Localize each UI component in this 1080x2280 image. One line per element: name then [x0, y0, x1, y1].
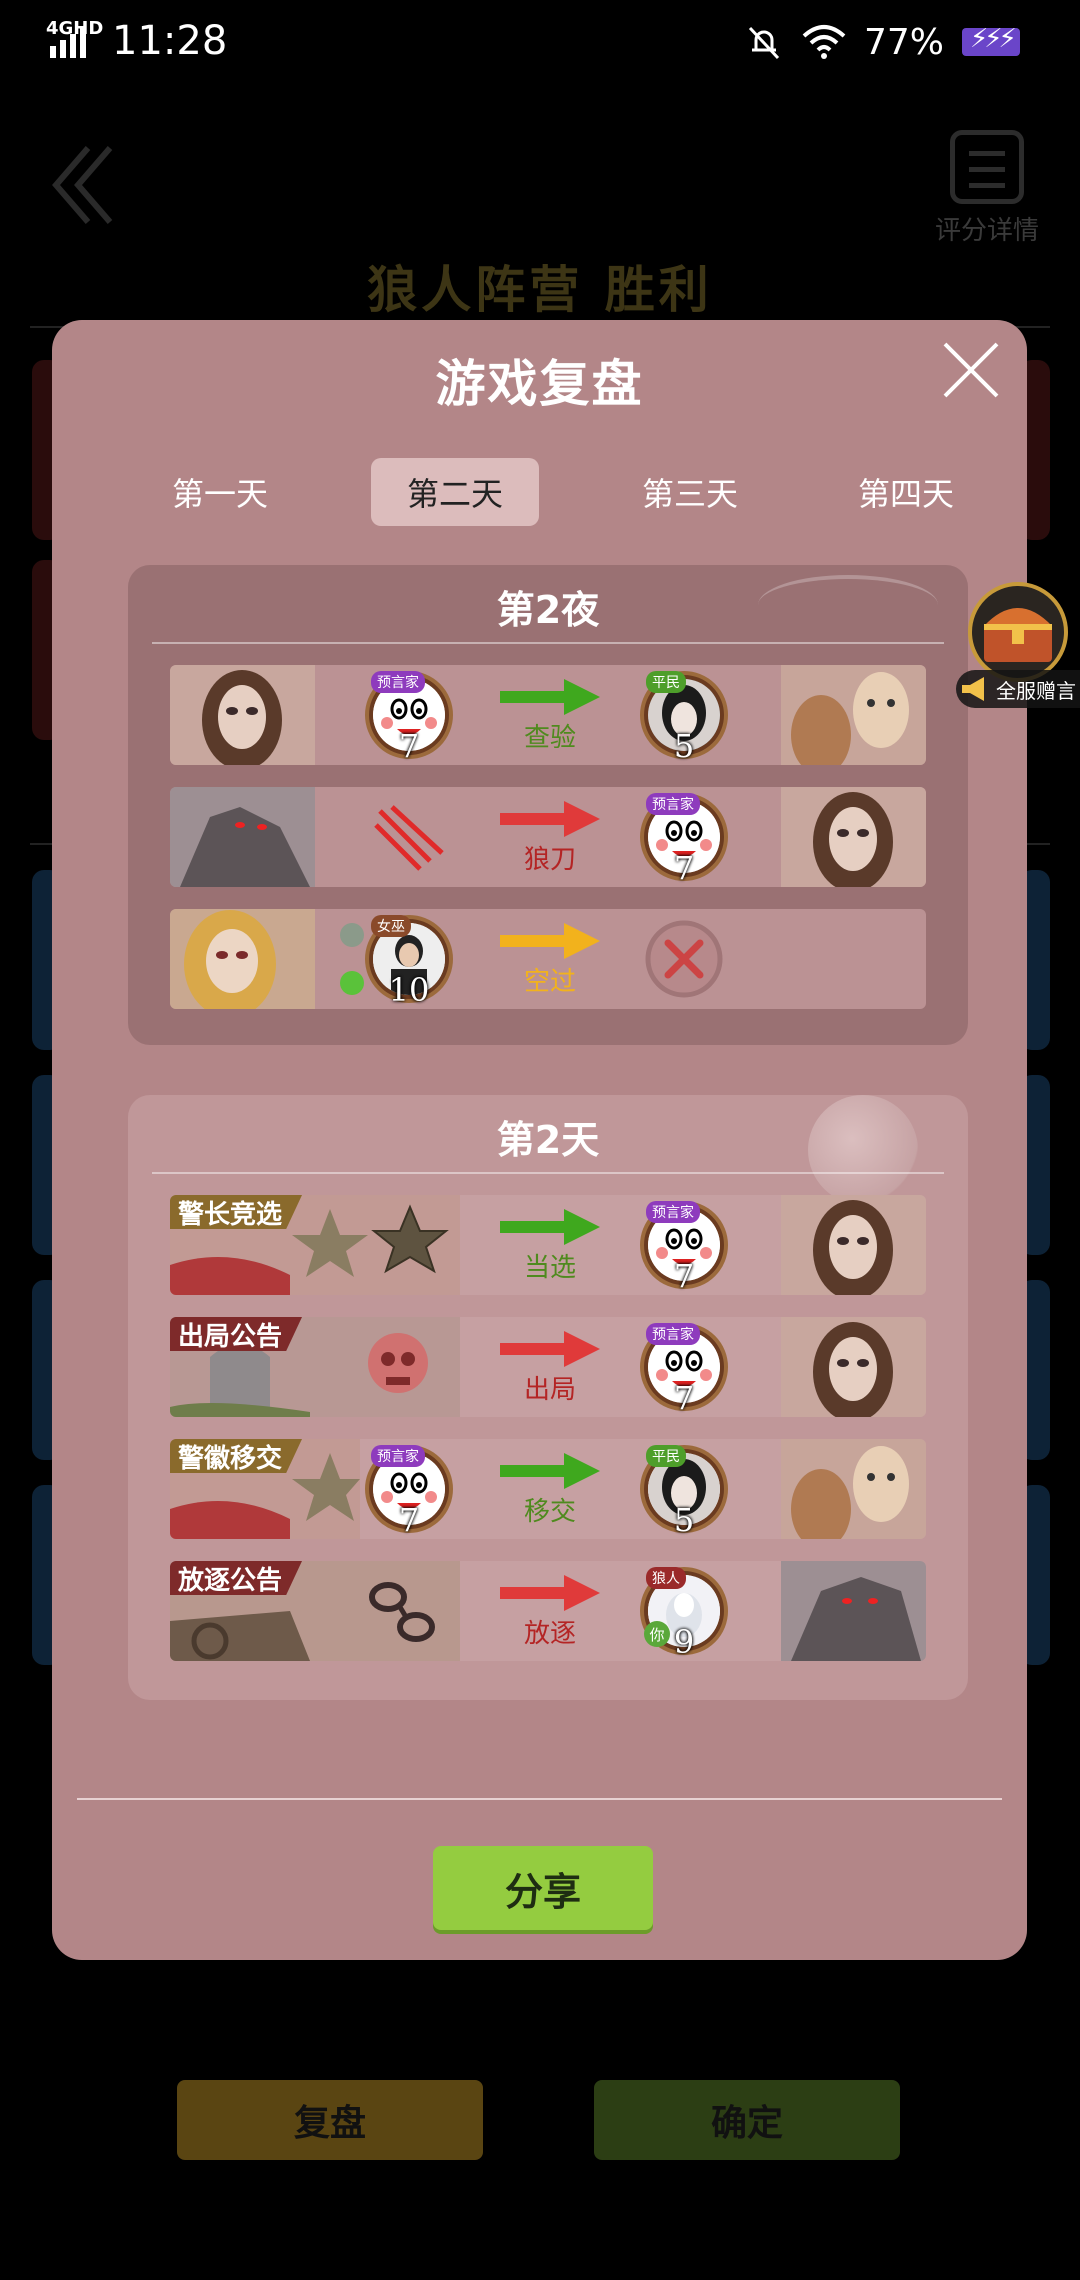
- score-details-label: 评分详情: [934, 216, 1039, 246]
- score-details-button[interactable]: 评分详情: [922, 130, 1052, 247]
- action-label: 狼刀: [523, 845, 576, 875]
- event-row: 预言家 7 查验 平民 5: [170, 665, 926, 765]
- tab-day-4[interactable]: 第四天: [858, 458, 970, 526]
- event-row: 女巫 10 空过: [170, 909, 926, 1009]
- empty-target-x-icon: [645, 920, 723, 998]
- player-avatar: 预言家 7: [640, 1201, 728, 1295]
- player-number: 5: [673, 727, 695, 765]
- result-title: 狼人阵营 胜利: [367, 261, 713, 319]
- event-row: 警徽移交 预言家 7 移交 平民 5: [170, 1439, 926, 1539]
- arrow-right-icon: [500, 1453, 600, 1489]
- divider: [152, 1172, 944, 1174]
- status-bar: 4GHD 11:28 77% ⚡⚡⚡: [0, 0, 1080, 86]
- share-button[interactable]: 分享: [433, 1846, 653, 1930]
- action-label: 移交: [523, 1497, 576, 1527]
- event-row: 放逐公告 放逐 狼人 你 9: [170, 1561, 926, 1661]
- confirm-button[interactable]: 确定: [594, 2080, 900, 2160]
- seer-portrait: [170, 665, 315, 765]
- role-badge: 预言家: [646, 1323, 700, 1345]
- action-label: 当选: [523, 1253, 576, 1283]
- player-number: 10: [388, 971, 430, 1009]
- claw-slash-icon: [374, 805, 444, 871]
- player-number: 9: [673, 1623, 695, 1661]
- werewolf-portrait: [781, 1561, 926, 1661]
- player-number: 5: [673, 1501, 695, 1539]
- role-badge: 狼人: [646, 1567, 686, 1589]
- player-avatar: 预言家 7: [640, 1323, 728, 1417]
- player-number: 7: [398, 727, 420, 765]
- clock: 11:28: [112, 18, 228, 64]
- dialog-title: 游戏复盘: [435, 355, 644, 413]
- player-avatar: 平民 5: [640, 671, 728, 765]
- player-avatar: 预言家 7: [365, 671, 453, 765]
- night-section: 第2夜 预言家 7 查验 平民 5 狼刀 预言家 7 女巫 10 空过: [128, 565, 968, 1045]
- back-icon[interactable]: [48, 140, 118, 230]
- witch-portrait: [170, 909, 315, 1009]
- server-message-button[interactable]: 全服赠言: [956, 670, 1080, 708]
- event-row: 警长竞选 当选 预言家 7: [170, 1195, 926, 1295]
- role-badge: 预言家: [371, 671, 425, 693]
- seer-portrait: [781, 1195, 926, 1295]
- player-number: 7: [673, 1379, 695, 1417]
- role-badge: 平民: [646, 1445, 686, 1467]
- event-row: 狼刀 预言家 7: [170, 787, 926, 887]
- arrow-right-icon: [500, 801, 600, 837]
- arrow-right-icon: [500, 1331, 600, 1367]
- tab-day-1[interactable]: 第一天: [136, 458, 304, 526]
- day-section: 第2天 警长竞选 当选 预言家 7 出局公告 出局 预言家 7 警徽移交 预言家…: [128, 1095, 968, 1700]
- event-tag: 警徽移交: [170, 1439, 303, 1473]
- player-avatar: 平民 5: [640, 1445, 728, 1539]
- player-number: 7: [673, 849, 695, 887]
- player-avatar: 预言家 7: [365, 1445, 453, 1539]
- player-number: 7: [673, 1257, 695, 1295]
- event-tag: 放逐公告: [170, 1561, 303, 1595]
- mute-bell-icon: [748, 26, 780, 60]
- seer-portrait: [781, 1317, 926, 1417]
- role-badge: 预言家: [646, 793, 700, 815]
- close-icon[interactable]: [939, 338, 1003, 402]
- action-label: 放逐: [523, 1619, 576, 1649]
- day-title: 第2天: [496, 1118, 600, 1162]
- tab-day-2[interactable]: 第二天: [371, 458, 539, 526]
- server-message-label: 全服赠言: [996, 678, 1076, 703]
- werewolf-portrait: [170, 787, 315, 887]
- arrow-right-icon: [500, 679, 600, 715]
- battery-percent: 77%: [863, 21, 944, 63]
- wifi-icon: [802, 25, 846, 59]
- role-badge: 平民: [646, 671, 686, 693]
- villager-portrait: [781, 665, 926, 765]
- day-tabs: 第一天 第二天 第三天 第四天: [52, 458, 1027, 528]
- action-label: 空过: [523, 967, 576, 997]
- megaphone-icon: [962, 677, 984, 701]
- player-number: 7: [398, 1501, 420, 1539]
- list-icon: [950, 130, 1024, 204]
- night-title: 第2夜: [496, 588, 600, 632]
- role-badge: 女巫: [371, 915, 411, 937]
- signal-icon: [50, 28, 86, 58]
- divider: [152, 642, 944, 644]
- divider: [77, 1798, 1002, 1800]
- player-avatar: 预言家 7: [640, 793, 728, 887]
- role-badge: 预言家: [371, 1445, 425, 1467]
- arrow-right-icon: [500, 923, 600, 959]
- player-avatar: 狼人 你 9: [640, 1567, 728, 1661]
- tab-day-3[interactable]: 第三天: [606, 458, 774, 526]
- role-badge: 预言家: [646, 1201, 700, 1223]
- battery-icon: ⚡⚡⚡: [962, 24, 1020, 56]
- game-replay-dialog: 游戏复盘 第一天 第二天 第三天 第四天 第2夜 预言家 7 查验 平民 5 狼…: [52, 320, 1027, 1960]
- replay-button[interactable]: 复盘: [177, 2080, 483, 2160]
- action-label: 查验: [523, 723, 576, 753]
- event-tag: 出局公告: [170, 1317, 303, 1351]
- player-avatar: 女巫 10: [365, 915, 453, 1009]
- seer-portrait: [781, 787, 926, 887]
- potion-icon: [340, 923, 364, 995]
- event-tag: 警长竞选: [170, 1195, 303, 1229]
- arrow-right-icon: [500, 1575, 600, 1611]
- event-row: 出局公告 出局 预言家 7: [170, 1317, 926, 1417]
- arrow-right-icon: [500, 1209, 600, 1245]
- action-label: 出局: [523, 1375, 576, 1405]
- villager-portrait: [781, 1439, 926, 1539]
